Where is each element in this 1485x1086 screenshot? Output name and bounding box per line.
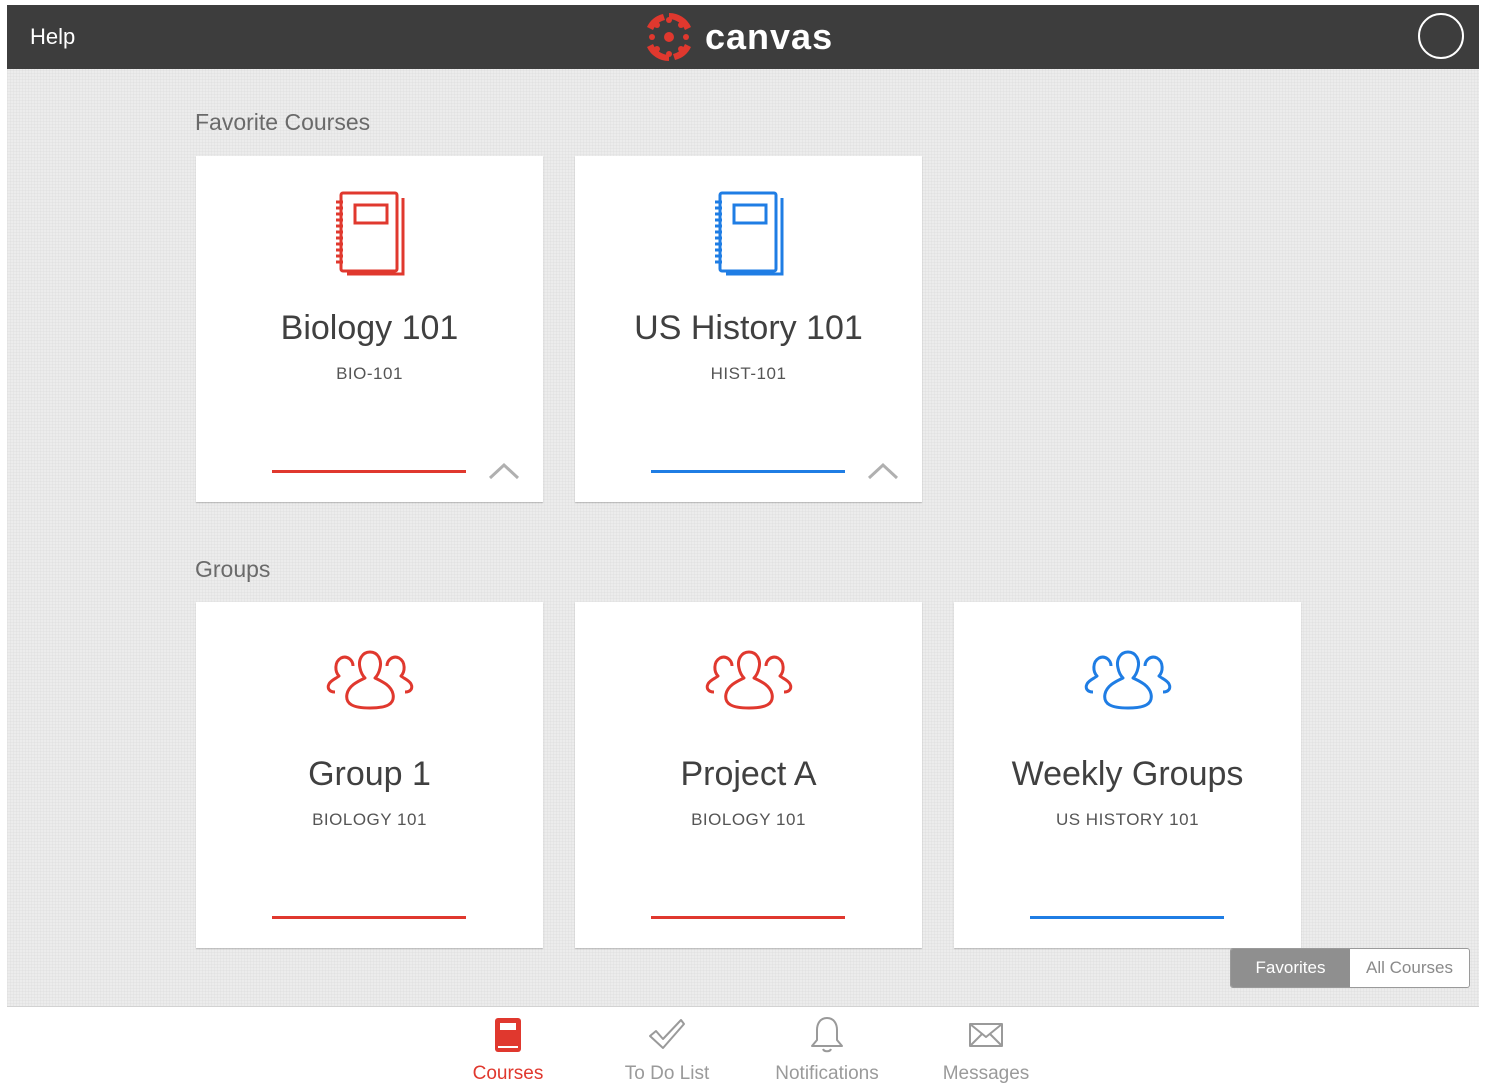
course-color-bar (272, 470, 466, 473)
group-course: BIOLOGY 101 (312, 810, 427, 829)
tab-label: Courses (472, 1063, 544, 1084)
course-card-us-history[interactable]: US History 101 HIST-101 (575, 156, 922, 502)
all-courses-toggle-button[interactable]: All Courses (1350, 949, 1469, 987)
people-icon (954, 648, 1301, 712)
tab-messages[interactable]: Messages (916, 1015, 1056, 1085)
group-course: US HISTORY 101 (1055, 810, 1200, 829)
tab-label: Notifications (775, 1063, 879, 1084)
course-card-biology[interactable]: Biology 101 BIO-101 (196, 156, 543, 502)
app-window: Help canvas Favorite Courses Biology 101… (7, 5, 1479, 1086)
user-avatar[interactable] (1418, 13, 1464, 59)
chevron-up-icon[interactable] (867, 462, 899, 485)
chevron-up-icon[interactable] (488, 462, 520, 485)
tab-label: Messages (942, 1063, 1030, 1084)
tab-notifications[interactable]: Notifications (757, 1015, 897, 1085)
tab-courses[interactable]: Courses (438, 1015, 578, 1085)
group-card-weekly-groups[interactable]: Weekly Groups US HISTORY 101 (954, 602, 1301, 948)
favorites-toggle-button[interactable]: Favorites (1231, 949, 1350, 987)
envelope-icon (968, 1015, 1004, 1055)
bell-icon (809, 1015, 845, 1055)
group-card-group-1[interactable]: Group 1 BIOLOGY 101 (196, 602, 543, 948)
course-title: Biology 101 (280, 309, 459, 347)
top-bar: Help canvas (7, 5, 1479, 69)
tab-label: To Do List (624, 1063, 710, 1084)
canvas-logo-icon (647, 13, 691, 61)
course-code: HIST-101 (710, 364, 787, 383)
group-title: Project A (680, 755, 817, 793)
group-title: Weekly Groups (1011, 755, 1244, 793)
course-filter-toggle: Favorites All Courses (1230, 948, 1470, 988)
canvas-logo-text: canvas (705, 16, 834, 57)
checkmark-icon (648, 1015, 686, 1055)
bottom-tab-bar: Courses To Do List Notifications Message… (7, 1006, 1479, 1086)
course-color-bar (651, 470, 845, 473)
group-color-bar (1030, 916, 1224, 919)
canvas-logo: canvas (645, 13, 833, 61)
notebook-icon (196, 190, 543, 280)
favorites-heading: Favorite Courses (195, 109, 371, 135)
group-course: BIOLOGY 101 (691, 810, 806, 829)
course-title: US History 101 (634, 309, 863, 347)
tab-to-do-list[interactable]: To Do List (597, 1015, 737, 1085)
book-icon (494, 1015, 522, 1055)
people-icon (575, 648, 922, 712)
group-color-bar (651, 916, 845, 919)
group-card-project-a[interactable]: Project A BIOLOGY 101 (575, 602, 922, 948)
help-link[interactable]: Help (30, 24, 75, 50)
group-title: Group 1 (308, 755, 431, 793)
notebook-icon (575, 190, 922, 280)
group-color-bar (272, 916, 466, 919)
people-icon (196, 648, 543, 712)
groups-heading: Groups (195, 556, 271, 582)
course-code: BIO-101 (336, 364, 403, 383)
